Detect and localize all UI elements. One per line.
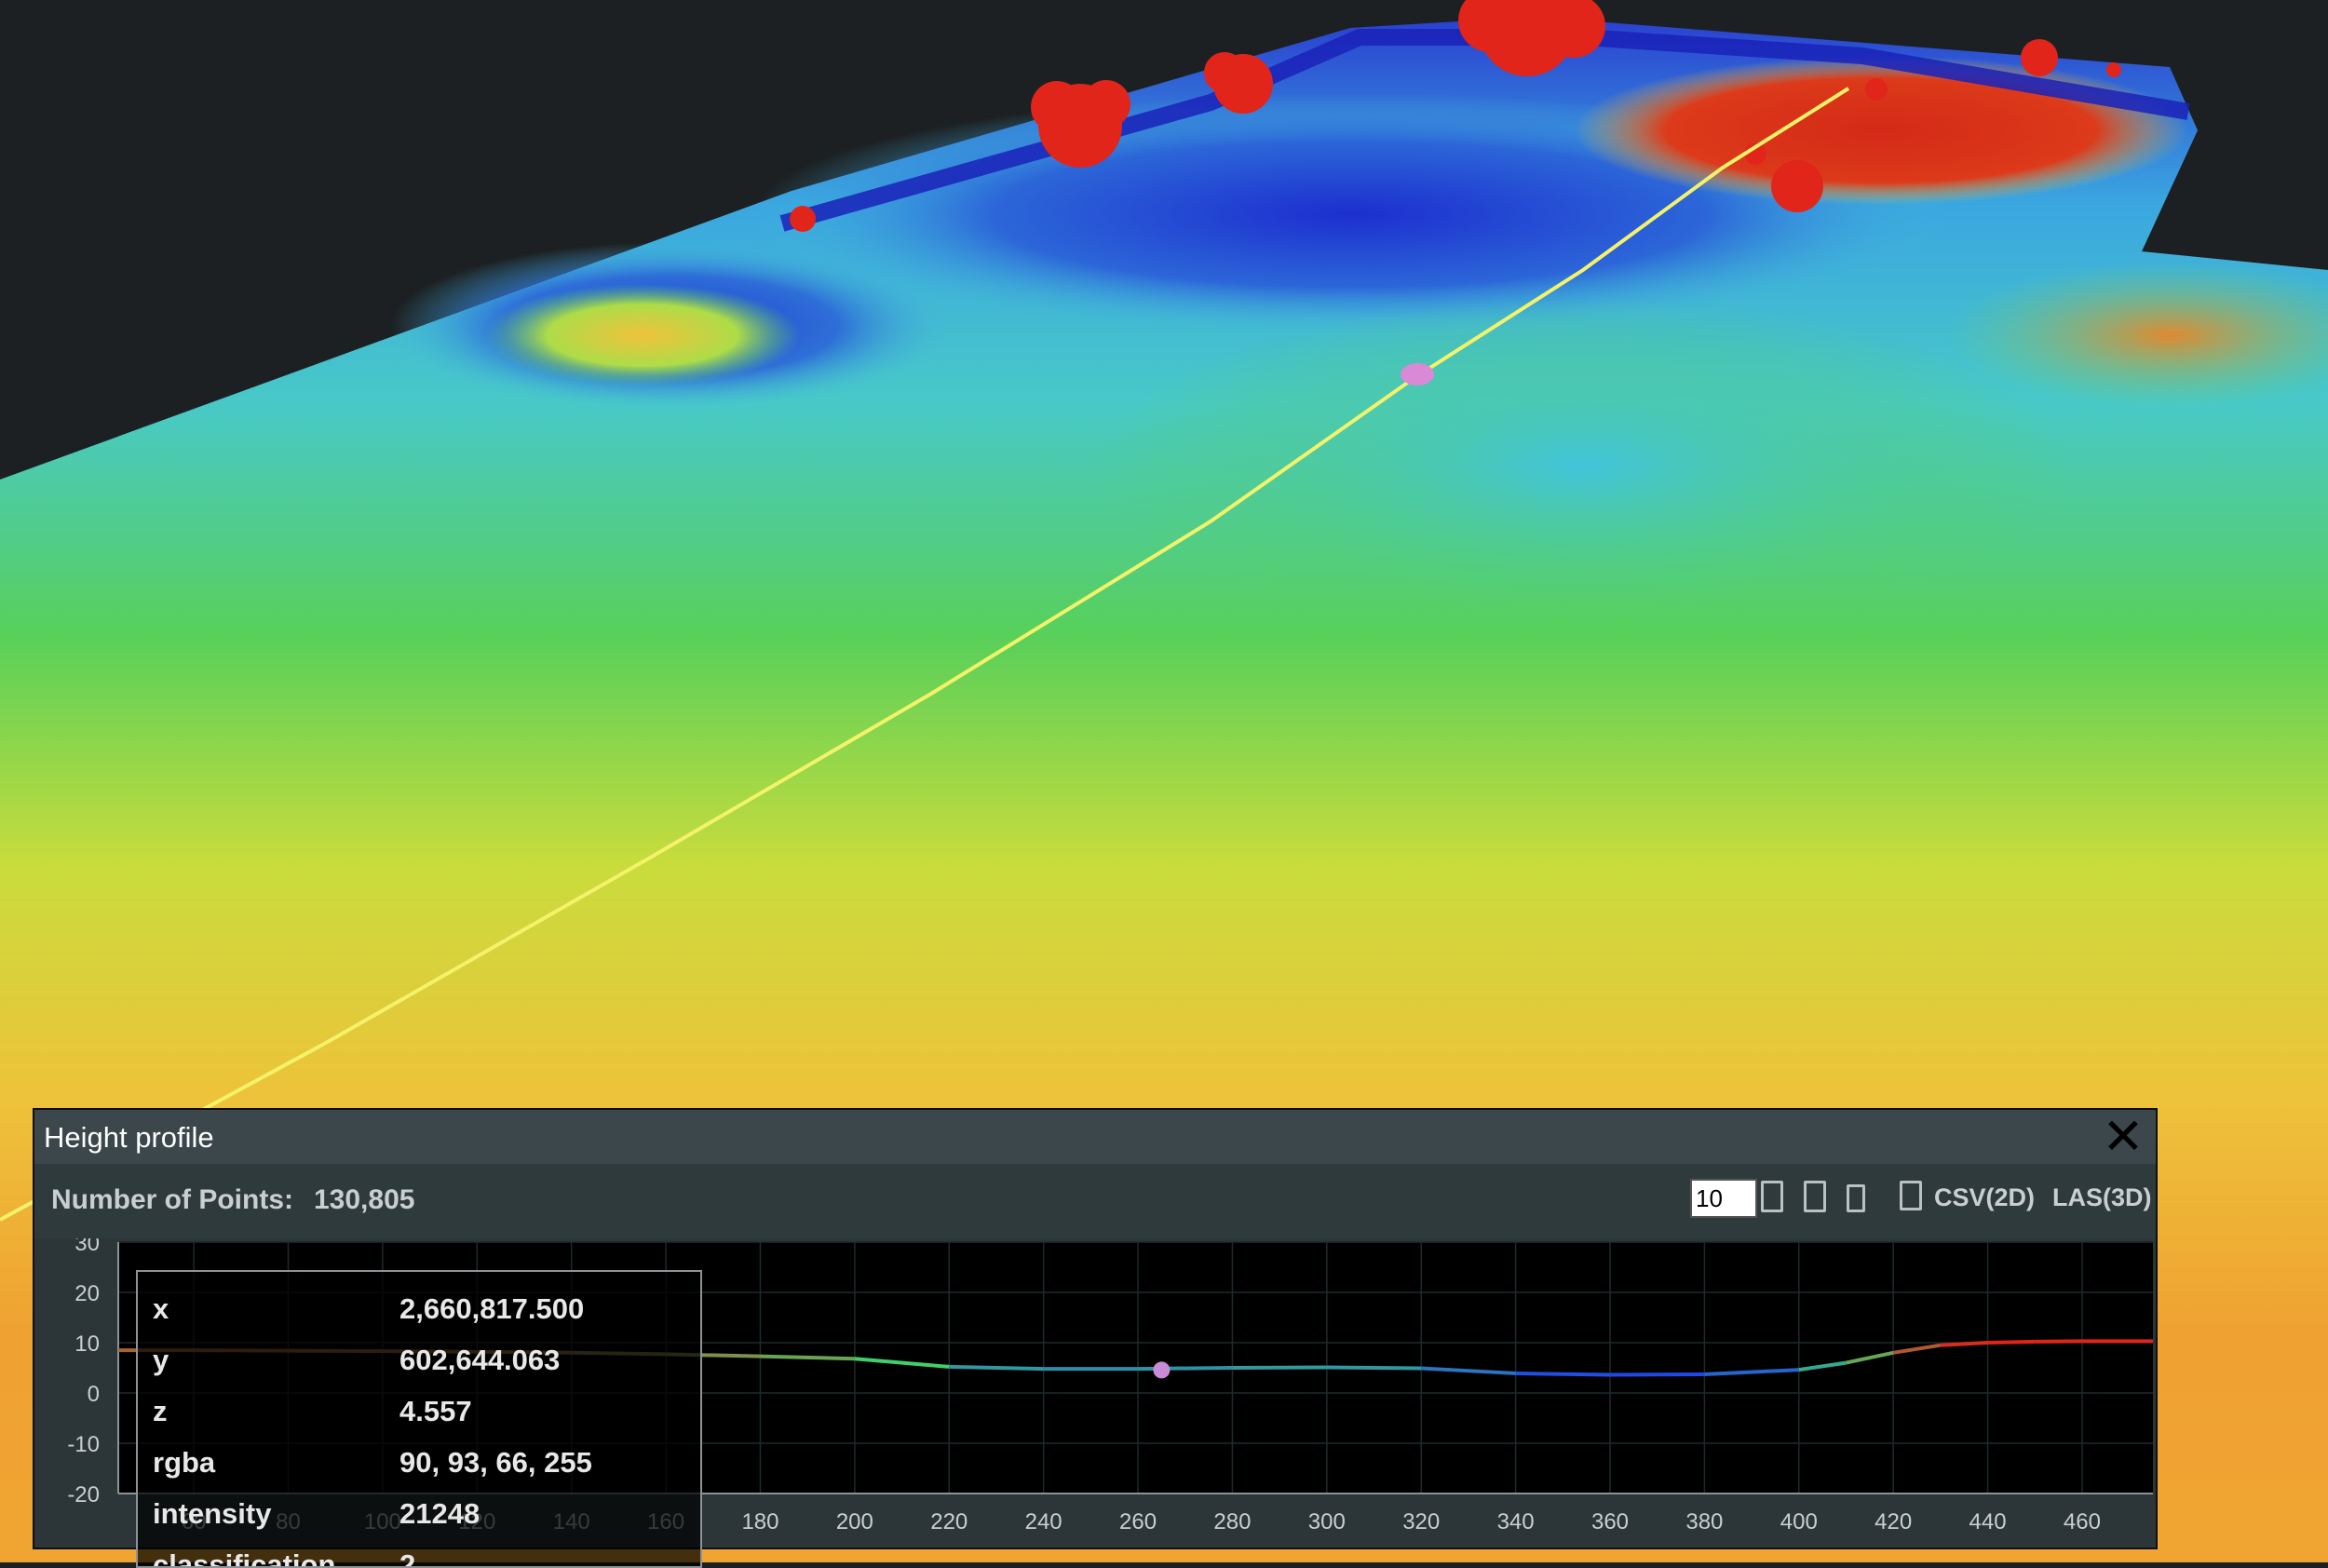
x-tick-label: 440 (1969, 1509, 2007, 1534)
las-3d-export[interactable]: LAS(3D) (2052, 1183, 2152, 1212)
tooltip-value-classification: 2 (399, 1548, 416, 1568)
y-tick-label: 10 (74, 1331, 100, 1357)
x-tick-label: 340 (1497, 1509, 1535, 1534)
profile-line-segment (2035, 1339, 2082, 1344)
number-of-points-label: Number of Points: (51, 1184, 293, 1215)
x-tick-label: 460 (2064, 1509, 2101, 1534)
y-tick-label: 20 (74, 1281, 100, 1306)
csv-checkbox-icon[interactable] (1900, 1181, 1922, 1210)
profile-line-segment (1232, 1365, 1327, 1370)
selected-point-marker (1153, 1361, 1171, 1379)
y-tick-label: 30 (74, 1238, 100, 1256)
tooltip-value-x: 2,660,817.500 (399, 1292, 585, 1325)
point-info-tooltip: x 2,660,817.500 y 602,644.063 z 4.557 rgba 90, … (136, 1270, 702, 1568)
height-profile-panel: Height profile ✕ Number of Points: 130,8… (33, 1108, 2158, 1568)
x-tick-label: 260 (1119, 1509, 1157, 1534)
profile-toolbar: Number of Points: 130,805 CSV(2D) LAS(3D… (34, 1164, 2156, 1238)
tooltip-key-rgba: rgba (153, 1446, 216, 1479)
x-tick-label: 400 (1780, 1509, 1818, 1534)
csv-2d-export[interactable]: CSV(2D) (1934, 1183, 2035, 1212)
yellow-mound (484, 284, 801, 386)
toolbar-button-2-icon[interactable] (1804, 1181, 1826, 1212)
profile-line-segment (1515, 1371, 1611, 1377)
panel-titlebar[interactable]: Height profile ✕ (34, 1110, 2156, 1164)
x-tick-label: 180 (741, 1509, 778, 1534)
number-of-points-value: 130,805 (314, 1184, 415, 1215)
x-tick-label: 380 (1685, 1509, 1723, 1534)
profile-width-input[interactable] (1690, 1179, 1757, 1218)
red-hill (1574, 56, 2188, 205)
x-tick-label: 360 (1591, 1509, 1629, 1534)
toolbar-button-1-icon[interactable] (1761, 1181, 1783, 1212)
tooltip-value-y: 602,644.063 (399, 1344, 561, 1376)
tooltip-value-z: 4.557 (399, 1395, 472, 1427)
y-tick-label: 0 (88, 1382, 100, 1407)
profile-line-segment (1609, 1372, 1705, 1377)
toolbar-button-3-icon[interactable] (1847, 1184, 1865, 1212)
close-icon[interactable]: ✕ (2100, 1112, 2146, 1162)
profile-marker (1401, 363, 1434, 385)
profile-line-segment (1940, 1341, 1988, 1347)
profile-line-segment (1326, 1365, 1422, 1371)
tooltip-key-intensity: intensity (153, 1497, 272, 1530)
x-tick-label: 220 (930, 1509, 968, 1534)
cyan-zone (1099, 298, 2067, 633)
x-tick-label: 240 (1025, 1509, 1062, 1534)
x-tick-label: 420 (1875, 1509, 1912, 1534)
x-tick-label: 280 (1213, 1509, 1251, 1534)
tooltip-key-x: x (153, 1292, 169, 1325)
profile-line-segment (949, 1364, 1044, 1372)
tooltip-key-classification: classification (153, 1548, 336, 1568)
x-tick-label: 200 (836, 1509, 873, 1534)
profile-line-segment (760, 1354, 855, 1361)
tooltip-value-intensity: 21248 (399, 1497, 480, 1530)
tooltip-key-y: y (153, 1344, 169, 1376)
y-tick-label: -20 (67, 1482, 100, 1507)
x-tick-label: 320 (1402, 1509, 1440, 1534)
y-tick-label: -10 (67, 1432, 100, 1457)
profile-line-segment (1138, 1366, 1233, 1372)
tooltip-value-rgba: 90, 93, 66, 255 (399, 1446, 592, 1479)
tooltip-key-z: z (153, 1395, 168, 1427)
x-tick-label: 300 (1308, 1509, 1346, 1534)
panel-title: Height profile (44, 1121, 214, 1154)
profile-line-segment (1987, 1339, 2036, 1345)
